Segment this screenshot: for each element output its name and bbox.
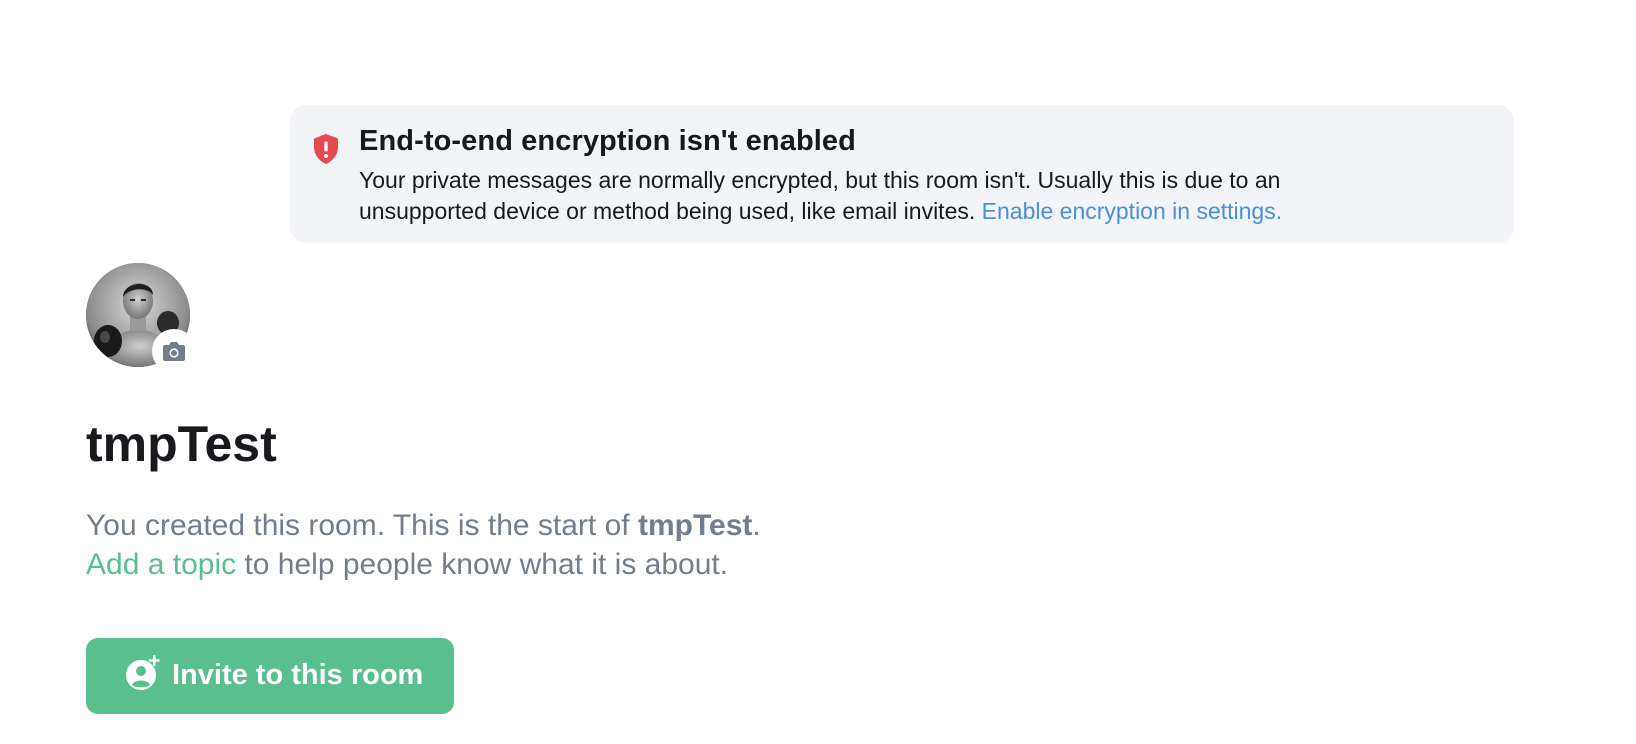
enable-encryption-link[interactable]: Enable encryption in settings. (982, 198, 1282, 224)
invite-button-label: Invite to this room (172, 659, 424, 691)
intro-topic-help-text: to help people know what it is about. (236, 548, 729, 581)
room-avatar-container (86, 263, 196, 373)
room-name-heading: tmpTest (86, 416, 277, 472)
invite-user-icon (126, 655, 160, 690)
shield-alert-icon (314, 134, 338, 164)
room-intro-text: You created this room. This is the start… (86, 506, 761, 584)
camera-icon (163, 342, 185, 361)
room-intro-page: End-to-end encryption isn't enabled Your… (0, 0, 1636, 744)
intro-room-name: tmpTest (637, 509, 753, 542)
intro-created-text: You created this room. This is the start… (86, 509, 630, 542)
encryption-notice-body: Your private messages are normally encry… (359, 165, 1479, 227)
encryption-notice-text-line2: unsupported device or method being used,… (359, 198, 976, 224)
encryption-notice-text-line1: Your private messages are normally encry… (359, 167, 1281, 193)
encryption-notice-title: End-to-end encryption isn't enabled (359, 125, 856, 157)
add-topic-link[interactable]: Add a topic (86, 548, 236, 581)
encryption-notice: End-to-end encryption isn't enabled Your… (290, 105, 1514, 243)
intro-period: . (752, 509, 761, 542)
invite-to-room-button[interactable]: Invite to this room (86, 638, 454, 714)
change-avatar-button[interactable] (152, 329, 196, 373)
